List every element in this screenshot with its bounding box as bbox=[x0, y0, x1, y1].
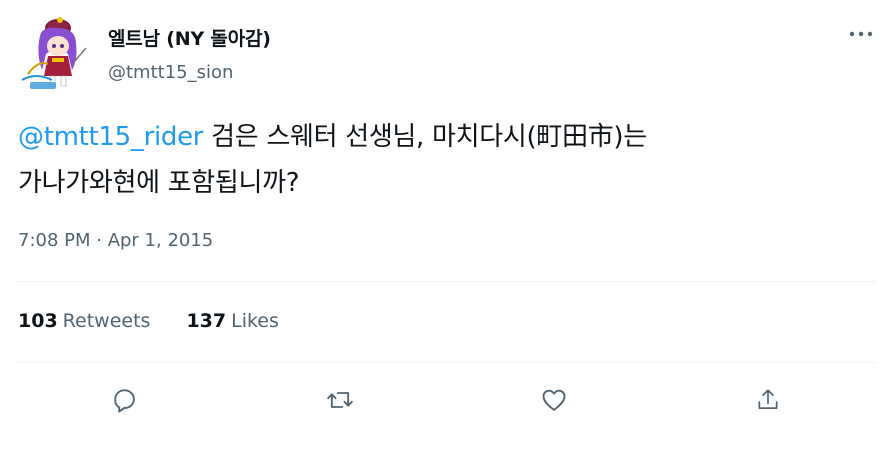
reply-icon bbox=[114, 389, 135, 413]
timestamp[interactable]: 7:08 PM · Apr 1, 2015 bbox=[18, 230, 213, 251]
like-button[interactable] bbox=[534, 380, 574, 420]
retweets-label: Retweets bbox=[62, 310, 151, 332]
likes-label: Likes bbox=[231, 310, 279, 332]
divider bbox=[18, 281, 876, 282]
author-name[interactable]: 엘트남 (NY 돌아감) bbox=[108, 24, 271, 51]
author-handle[interactable]: @tmtt15_sion bbox=[108, 62, 233, 83]
more-options-button[interactable] bbox=[846, 24, 876, 44]
tweet-actions bbox=[0, 380, 894, 420]
tweet-card: 엘트남 (NY 돌아감) @tmtt15_sion @tmtt15_rider … bbox=[0, 0, 894, 454]
retweets-count: 103 bbox=[18, 310, 58, 332]
tweet-text-line-1: @tmtt15_rider 검은 스웨터 선생님, 마치다시(町田市)는 bbox=[18, 114, 868, 160]
avatar[interactable] bbox=[18, 14, 90, 92]
retweet-button[interactable] bbox=[320, 380, 360, 420]
more-horizontal-icon bbox=[849, 31, 873, 37]
tweet-text-line-2: 가나가와현에 포함됩니까? bbox=[18, 168, 300, 198]
retweets-stat[interactable]: 103 Retweets bbox=[18, 310, 150, 332]
heart-icon bbox=[542, 389, 566, 411]
divider bbox=[18, 362, 876, 363]
avatar-illustration bbox=[21, 17, 87, 89]
mention-link[interactable]: @tmtt15_rider bbox=[18, 122, 204, 152]
likes-count: 137 bbox=[186, 310, 227, 332]
reply-button[interactable] bbox=[104, 380, 144, 420]
likes-stat[interactable]: 137 Likes bbox=[186, 310, 278, 332]
tweet-text: @tmtt15_rider 검은 스웨터 선생님, 마치다시(町田市)는 가나가… bbox=[18, 114, 868, 206]
tweet-text-part: 검은 스웨터 선생님, 마치다시(町田市)는 bbox=[203, 122, 647, 152]
share-button[interactable] bbox=[748, 380, 788, 420]
retweet-icon bbox=[327, 392, 353, 408]
share-icon bbox=[758, 389, 778, 409]
tweet-stats: 103 Retweets 137 Likes bbox=[18, 310, 279, 332]
